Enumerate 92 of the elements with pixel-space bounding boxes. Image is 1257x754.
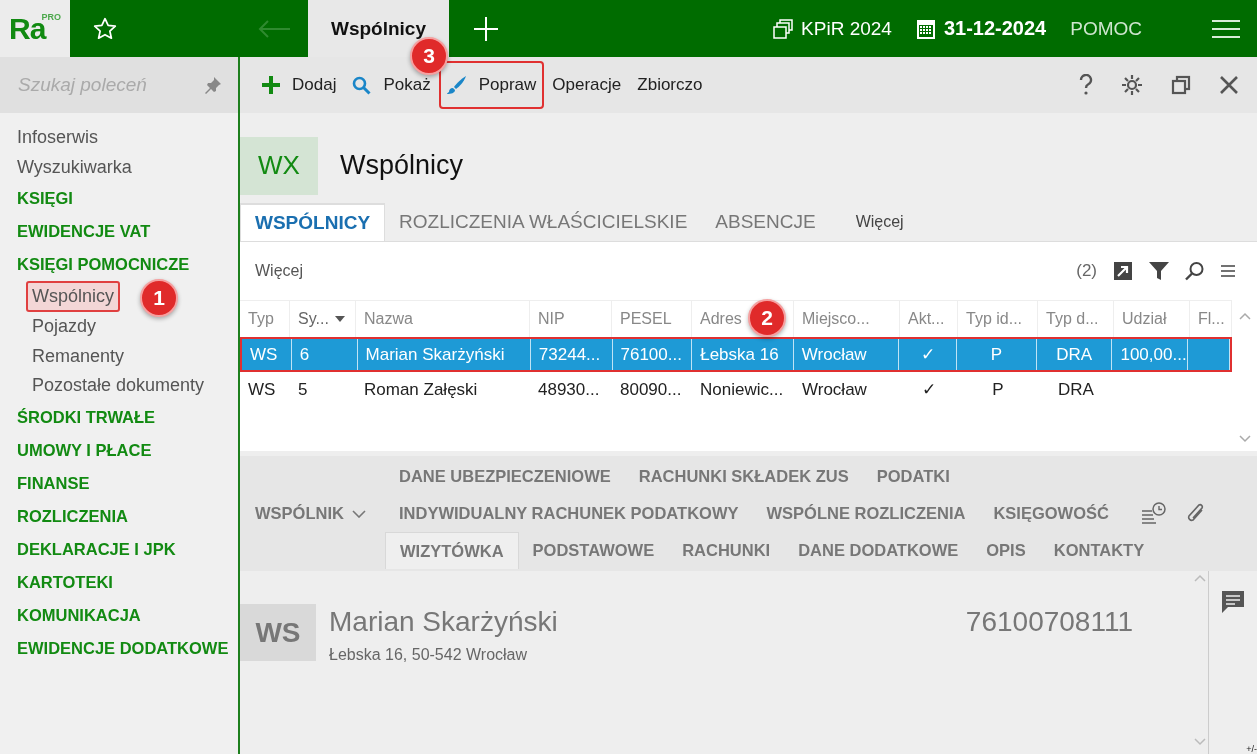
tab[interactable]: WSPÓLNICY xyxy=(240,203,386,241)
table-cell: 73244... xyxy=(538,344,601,365)
date-text[interactable]: 31-12-2024 xyxy=(943,17,1047,40)
menu-item[interactable]: Infoserwis xyxy=(0,123,99,153)
tab[interactable]: KONTAKTY xyxy=(1039,532,1159,569)
tab[interactable]: RACHUNKI xyxy=(668,532,785,569)
table-cell: 6 xyxy=(299,344,310,365)
menu-section[interactable]: ROZLICZENIA xyxy=(0,499,128,533)
book-name[interactable]: KPiR 2024 xyxy=(801,17,892,40)
table-cell: 100,00... xyxy=(1120,344,1187,365)
menu-item[interactable]: Wyszukiwarka xyxy=(0,152,132,183)
help-icon[interactable] xyxy=(1079,74,1093,96)
filter-icon[interactable] xyxy=(1149,261,1169,281)
search-icon xyxy=(352,75,372,95)
plus-icon xyxy=(262,76,280,94)
module-title: Wspólnicy xyxy=(340,150,464,181)
menu-item[interactable]: Pozostałe dokumenty xyxy=(0,371,205,401)
history-icon[interactable] xyxy=(1140,501,1167,526)
table-cell: 48930... xyxy=(538,379,600,400)
plus-icon[interactable] xyxy=(472,15,499,42)
table-cell: Wrocław xyxy=(802,379,867,400)
table-cell: DRA xyxy=(1056,344,1093,365)
tab[interactable]: ROZLICZENIA WŁAŚCICIELSKIE xyxy=(385,203,702,241)
search-icon[interactable] xyxy=(1185,261,1205,281)
menu-section[interactable]: EWIDENCJE VAT xyxy=(0,215,151,249)
tab[interactable]: PODATKI xyxy=(862,458,964,495)
star-icon[interactable] xyxy=(92,15,118,42)
restore-window-icon[interactable] xyxy=(1171,75,1191,95)
close-icon[interactable] xyxy=(1219,75,1239,95)
zoom-toggle[interactable]: +/- xyxy=(1246,744,1257,754)
menu-section[interactable]: KSIĘGI POMOCNICZE xyxy=(0,248,190,282)
more-tabs-link[interactable]: Więcej xyxy=(829,203,904,241)
initials-badge: WS xyxy=(240,604,316,661)
tab[interactable]: PODSTAWOWE xyxy=(518,532,669,569)
tab[interactable]: DANE UBEZPIECZENIOWE xyxy=(385,458,625,495)
menu-section[interactable]: KARTOTEKI xyxy=(0,565,113,599)
table-cell: Noniewic... xyxy=(700,379,784,400)
table-row[interactable]: WS 6 Marian Skarżyński 73244... 76100... Łebska 16 Wrocław ✓ P DRA 100,00... xyxy=(240,337,1232,372)
menu-icon[interactable] xyxy=(1221,265,1235,277)
table-cell: DRA xyxy=(1058,379,1094,400)
menu-item[interactable]: Pojazdy xyxy=(0,312,97,342)
table-cell: P xyxy=(992,379,1004,400)
partner-number: 76100708111 xyxy=(965,606,1133,638)
settings-icon[interactable] xyxy=(1121,74,1143,96)
menu-section[interactable]: UMOWY I PŁACE xyxy=(0,433,152,467)
partner-name: Marian Skarżyński xyxy=(329,606,558,638)
tab[interactable]: WSPÓLNE ROZLICZENIA xyxy=(752,495,980,532)
table-cell: WS xyxy=(248,379,276,400)
pin-icon[interactable] xyxy=(204,76,222,94)
menu-section[interactable]: ŚRODKI TRWAŁE xyxy=(0,400,156,434)
tab[interactable]: DANE DODATKOWE xyxy=(784,532,973,569)
table-cell: Wrocław xyxy=(801,344,867,365)
more-link[interactable]: Więcej xyxy=(255,262,303,280)
chevron-down-icon xyxy=(351,509,366,518)
tab[interactable]: KSIĘGOWOŚĆ xyxy=(979,495,1123,532)
menu-section[interactable]: DEKLARACJE I JPK xyxy=(0,532,176,566)
partner-address: Łebska 16, 50-542 Wrocław xyxy=(329,646,529,664)
tab[interactable]: INDYWIDUALNY RACHUNEK PODATKOWY xyxy=(385,495,753,532)
help-link[interactable]: POMOC xyxy=(1070,17,1142,40)
tab[interactable]: RACHUNKI SKŁADEK ZUS xyxy=(624,458,863,495)
table-cell: 80090... xyxy=(620,379,682,400)
table-cell: Roman Załęski xyxy=(364,379,478,400)
toolbar-button[interactable]: Operacje xyxy=(544,63,630,107)
table-row[interactable]: WS 5 Roman Załęski 48930... 80090... Noniewic... Wrocław ✓ P DRA xyxy=(240,372,1232,407)
table-cell: Marian Skarżyński xyxy=(365,344,505,365)
table-cell: ✓ xyxy=(920,344,935,365)
brush-icon xyxy=(446,75,467,95)
menu-section[interactable]: KOMUNIKACJA xyxy=(0,598,141,632)
toolbar-button[interactable]: Dodaj xyxy=(254,63,345,107)
tab[interactable]: ABSENCJE xyxy=(701,203,830,241)
menu-section[interactable]: FINANSE xyxy=(0,466,90,500)
tab[interactable]: WIZYTÓWKA xyxy=(385,532,519,569)
toolbar-button[interactable]: Zbiorczo xyxy=(629,63,711,107)
stacked-pages-icon xyxy=(773,18,794,39)
menu-item[interactable]: Remanenty xyxy=(0,341,125,372)
export-icon[interactable] xyxy=(1113,261,1133,281)
tab[interactable]: OPIS xyxy=(972,532,1040,569)
table-cell: WS xyxy=(250,344,278,365)
module-code: WX xyxy=(240,136,318,195)
menu-item[interactable]: Wspólnicy xyxy=(26,281,121,313)
comment-icon[interactable] xyxy=(1220,589,1246,615)
section-dropdown[interactable]: WSPÓLNIK xyxy=(240,504,385,523)
sort-down-icon xyxy=(334,316,345,322)
calendar-icon xyxy=(915,17,936,40)
table-cell: P xyxy=(990,344,1003,365)
record-count: (2) xyxy=(1076,261,1097,281)
menu-section[interactable]: EWIDENCJE DODATKOWE xyxy=(0,631,229,665)
menu-section[interactable]: KSIĘGI xyxy=(0,182,73,216)
table-cell: ✓ xyxy=(922,379,936,400)
table-cell: Łebska 16 xyxy=(700,344,779,365)
table-cell: 5 xyxy=(298,379,308,400)
table-cell: 76100... xyxy=(620,344,682,365)
